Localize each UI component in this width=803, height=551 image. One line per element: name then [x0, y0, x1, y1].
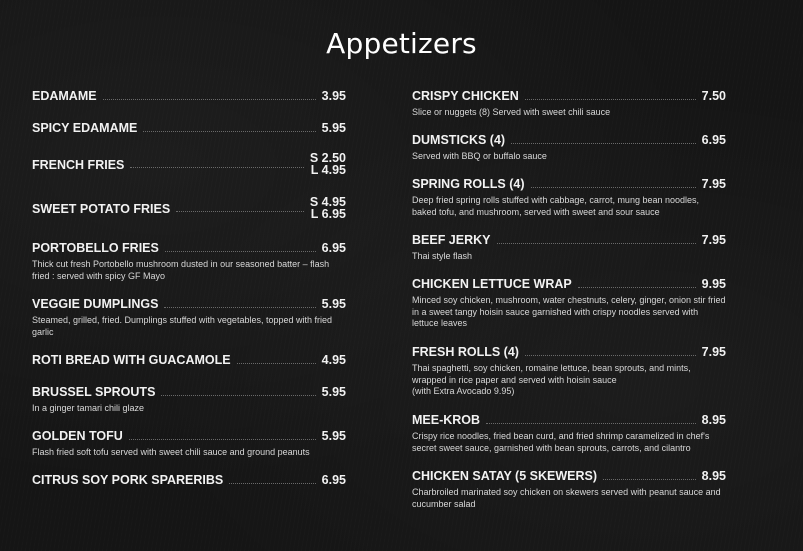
menu-item-name: SWEET POTATO FRIES — [32, 202, 171, 216]
menu-item-edamame: EDAMAME 3.95 — [32, 88, 346, 104]
menu-item-price: 9.95 — [701, 277, 726, 291]
menu-item-name: VEGGIE DUMPLINGS — [32, 297, 159, 311]
menu-item-chicken-lettuce-wrap: CHICKEN LETTUCE WRAP 9.95 Minced soy chi… — [412, 276, 726, 330]
leader-dots — [524, 98, 696, 100]
menu-item-name: ROTI BREAD WITH GUACAMOLE — [32, 353, 231, 367]
menu-item-price: 5.95 — [321, 121, 346, 135]
leader-dots — [161, 394, 316, 396]
menu-item-description: Flash fried soft tofu served with sweet … — [32, 447, 310, 457]
menu-item-price: 6.95 — [701, 133, 726, 147]
leader-dots — [602, 478, 696, 480]
menu-item-name: CHICKEN SATAY (5 SKEWERS) — [412, 469, 597, 483]
menu-item-description-extra: (with Extra Avocado 9.95) — [412, 386, 515, 396]
menu-item-name: FRENCH FRIES — [32, 158, 125, 172]
leader-dots — [236, 362, 316, 364]
menu-item-description: Steamed, grilled, fried. Dumplings stuff… — [32, 315, 332, 337]
menu-item-name: CITRUS SOY PORK SPARERIBS — [32, 473, 224, 487]
menu-item-name: CRISPY CHICKEN — [412, 89, 519, 103]
menu-item-price: 5.95 — [321, 297, 346, 311]
leader-dots — [524, 354, 696, 356]
menu-item-price: 6.95 — [321, 241, 346, 255]
menu-item-price: 4.95 — [321, 353, 346, 367]
menu-item-description: Deep fried spring rolls stuffed with cab… — [412, 195, 700, 217]
menu-item-brussel-sprouts: BRUSSEL SPROUTS 5.95 In a ginger tamari … — [32, 384, 346, 415]
menu-item-fresh-rolls: FRESH ROLLS (4) 7.95 Thai spaghetti, soy… — [412, 344, 726, 398]
menu-item-spicy-edamame: SPICY EDAMAME 5.95 — [32, 120, 346, 136]
leader-dots — [176, 210, 304, 212]
menu-item-description: Minced soy chicken, mushroom, water ches… — [412, 295, 726, 328]
menu-item-name: SPICY EDAMAME — [32, 121, 138, 135]
menu-item-portobello-fries: PORTOBELLO FRIES 6.95 Thick cut fresh Po… — [32, 240, 346, 282]
menu-item-description: Thai spaghetti, soy chicken, romaine let… — [412, 363, 691, 385]
menu-item-name: BRUSSEL SPROUTS — [32, 385, 156, 399]
menu-item-citrus-soy-pork-spareribs: CITRUS SOY PORK SPARERIBS 6.95 — [32, 472, 346, 488]
menu-item-name: BEEF JERKY — [412, 233, 491, 247]
leader-dots — [128, 438, 316, 440]
menu-item-description: Slice or nuggets (8) Served with sweet c… — [412, 107, 611, 117]
menu-item-description: Crispy rice noodles, fried bean curd, an… — [412, 431, 710, 453]
leader-dots — [486, 422, 696, 424]
leader-dots — [577, 286, 696, 288]
leader-dots — [530, 186, 696, 188]
menu-item-price-sizes: S 4.95 L 6.95 — [310, 196, 346, 221]
menu-item-spring-rolls: SPRING ROLLS (4) 7.95 Deep fried spring … — [412, 176, 726, 218]
menu-item-sweet-potato-fries: SWEET POTATO FRIES S 4.95 L 6.95 — [32, 196, 346, 222]
menu-item-price: 8.95 — [701, 469, 726, 483]
menu-item-dumsticks: DUMSTICKS (4) 6.95 Served with BBQ or bu… — [412, 132, 726, 163]
menu-item-price: 7.95 — [701, 345, 726, 359]
price-large: L 6.95 — [310, 207, 346, 221]
menu-item-chicken-satay: CHICKEN SATAY (5 SKEWERS) 8.95 Charbroil… — [412, 468, 726, 510]
menu-item-description: In a ginger tamari chili glaze — [32, 403, 145, 413]
menu-item-mee-krob: MEE-KROB 8.95 Crispy rice noodles, fried… — [412, 412, 726, 454]
menu-item-beef-jerky: BEEF JERKY 7.95 Thai style flash — [412, 232, 726, 263]
menu-item-french-fries: FRENCH FRIES S 2.50 L 4.95 — [32, 152, 346, 178]
menu-item-name: MEE-KROB — [412, 413, 481, 427]
menu-item-price: 7.95 — [701, 177, 726, 191]
leader-dots — [229, 482, 316, 484]
menu-item-name: PORTOBELLO FRIES — [32, 241, 159, 255]
leader-dots — [511, 142, 696, 144]
leader-dots — [496, 242, 696, 244]
menu-item-price-sizes: S 2.50 L 4.95 — [310, 152, 346, 177]
menu-item-golden-tofu: GOLDEN TOFU 5.95 Flash fried soft tofu s… — [32, 428, 346, 459]
price-large: L 4.95 — [310, 163, 346, 177]
menu-item-description: Thick cut fresh Portobello mushroom dust… — [32, 259, 330, 281]
menu-item-price: 8.95 — [701, 413, 726, 427]
menu-item-price: 7.95 — [701, 233, 726, 247]
leader-dots — [164, 306, 316, 308]
menu-item-name: GOLDEN TOFU — [32, 429, 123, 443]
page-title: Appetizers — [326, 26, 477, 60]
menu-item-price: 5.95 — [321, 429, 346, 443]
leader-dots — [130, 166, 304, 168]
menu-item-price: 3.95 — [321, 89, 346, 103]
leader-dots — [143, 130, 316, 132]
menu-item-name: EDAMAME — [32, 89, 97, 103]
menu-item-description: Served with BBQ or buffalo sauce — [412, 151, 547, 161]
menu-item-crispy-chicken: CRISPY CHICKEN 7.50 Slice or nuggets (8)… — [412, 88, 726, 119]
menu-item-name: SPRING ROLLS (4) — [412, 177, 525, 191]
menu-item-price: 5.95 — [321, 385, 346, 399]
menu-item-name: FRESH ROLLS (4) — [412, 345, 519, 359]
menu-item-price: 6.95 — [321, 473, 346, 487]
menu-item-name: DUMSTICKS (4) — [412, 133, 506, 147]
menu-item-price: 7.50 — [701, 89, 726, 103]
menu-item-name: CHICKEN LETTUCE WRAP — [412, 277, 572, 291]
menu-item-description: Charbroiled marinated soy chicken on ske… — [412, 487, 721, 509]
menu-item-description: Thai style flash — [412, 251, 473, 261]
menu-item-veggie-dumplings: VEGGIE DUMPLINGS 5.95 Steamed, grilled, … — [32, 296, 346, 338]
leader-dots — [164, 250, 316, 252]
menu-item-roti-bread: ROTI BREAD WITH GUACAMOLE 4.95 — [32, 352, 346, 368]
leader-dots — [102, 98, 316, 100]
